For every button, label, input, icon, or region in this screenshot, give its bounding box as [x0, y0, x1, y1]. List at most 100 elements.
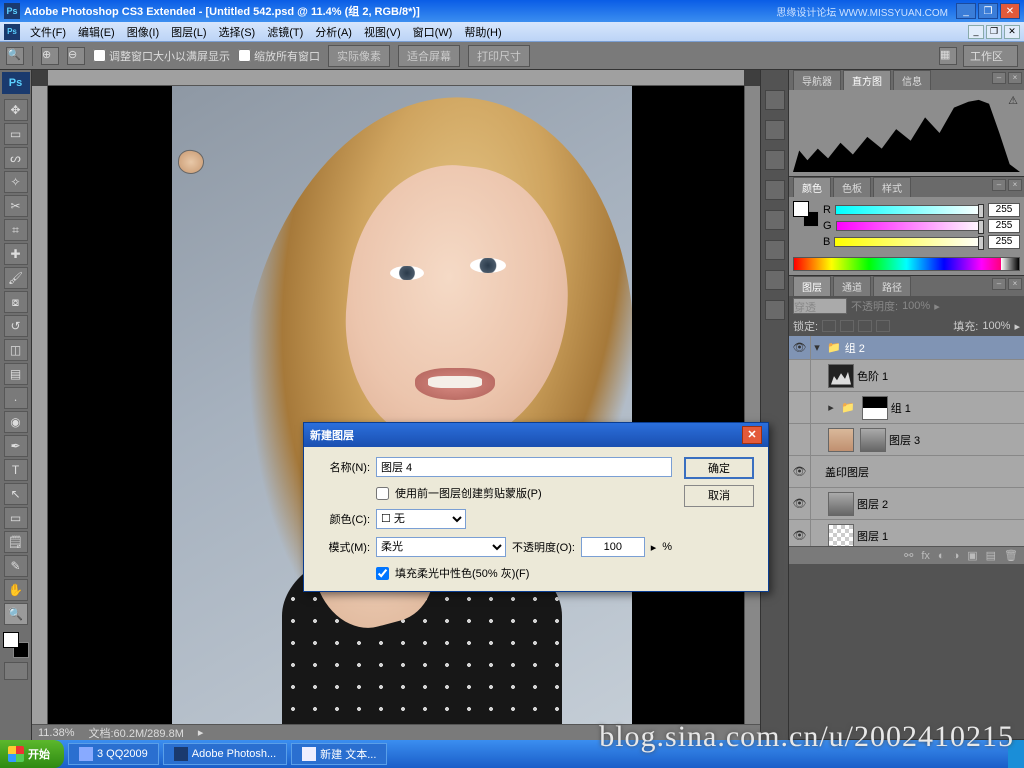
menu-view[interactable]: 视图(V) [358, 22, 407, 42]
scrollbar-vertical[interactable] [744, 86, 760, 724]
dock-icon-6[interactable] [765, 240, 785, 260]
canvas-area[interactable]: 11.38% 文档:60.2M/289.8M ▸ [32, 70, 760, 740]
trash-icon[interactable]: 🗑 [1004, 549, 1018, 562]
tab-navigator[interactable]: 导航器 [793, 70, 841, 90]
workspace-icon[interactable]: ▦ [939, 47, 957, 65]
document-image[interactable] [172, 86, 632, 724]
visibility-icon[interactable]: 👁 [789, 520, 811, 546]
menu-filter[interactable]: 滤镜(T) [261, 22, 309, 42]
minimize-button[interactable]: _ [956, 3, 976, 19]
dock-icon-4[interactable] [765, 180, 785, 200]
dock-icon-1[interactable] [765, 90, 785, 110]
menu-image[interactable]: 图像(I) [121, 22, 165, 42]
fx-icon[interactable]: fx [921, 550, 930, 562]
color-swatches[interactable] [3, 632, 29, 658]
tab-layers[interactable]: 图层 [793, 276, 831, 296]
shape-tool[interactable]: ▭ [4, 507, 28, 529]
color-swatch[interactable] [793, 201, 819, 227]
move-tool[interactable]: ✥ [4, 99, 28, 121]
wand-tool[interactable]: ✧ [4, 171, 28, 193]
visibility-icon[interactable]: 👁 [789, 488, 811, 519]
opacity-value[interactable]: 100% [902, 300, 930, 312]
panel-close-icon[interactable]: × [1008, 72, 1022, 84]
menu-help[interactable]: 帮助(H) [458, 22, 507, 42]
cancel-button[interactable]: 取消 [684, 485, 754, 507]
history-brush-tool[interactable]: ↺ [4, 315, 28, 337]
lock-all-icon[interactable] [876, 320, 890, 332]
mdi-minimize[interactable]: _ [968, 25, 984, 39]
actual-pixels-button[interactable]: 实际像素 [328, 45, 390, 67]
status-arrow-icon[interactable]: ▸ [198, 726, 204, 739]
dock-icon-8[interactable] [765, 300, 785, 320]
layer-stamp[interactable]: 👁 盖印图层 [789, 456, 1024, 488]
tab-histogram[interactable]: 直方图 [843, 70, 891, 90]
taskbar-qq[interactable]: 3 QQ2009 [68, 743, 159, 765]
fill-value[interactable]: 100% [982, 320, 1010, 332]
link-icon[interactable]: ⚯ [904, 549, 913, 562]
ok-button[interactable]: 确定 [684, 457, 754, 479]
layer-1[interactable]: 👁 图层 1 [789, 520, 1024, 546]
hand-tool[interactable]: ✋ [4, 579, 28, 601]
visibility-icon[interactable] [789, 424, 811, 455]
mask-icon[interactable]: ◐ [938, 550, 945, 562]
opacity-arrow-icon[interactable]: ▸ [651, 541, 657, 554]
new-layer-icon[interactable]: ▤ [986, 549, 996, 562]
folder-icon[interactable]: ▣ [967, 549, 977, 562]
g-value[interactable]: 255 [988, 219, 1020, 233]
eyedropper-tool[interactable]: ✎ [4, 555, 28, 577]
zoom-out-icon[interactable]: ⊖ [67, 47, 85, 65]
fit-screen-button[interactable]: 适合屏幕 [398, 45, 460, 67]
brush-tool[interactable]: 🖌 [4, 267, 28, 289]
visibility-icon[interactable] [789, 360, 811, 391]
panel-minimize-icon[interactable]: – [992, 278, 1006, 290]
panel-minimize-icon[interactable]: – [992, 72, 1006, 84]
mdi-close[interactable]: ✕ [1004, 25, 1020, 39]
gradient-tool[interactable]: ▤ [4, 363, 28, 385]
lock-position-icon[interactable] [858, 320, 872, 332]
panel-minimize-icon[interactable]: – [992, 179, 1006, 191]
clip-checkbox[interactable] [376, 487, 389, 500]
histogram-warning-icon[interactable]: ⚠ [1008, 94, 1018, 107]
eraser-tool[interactable]: ◫ [4, 339, 28, 361]
menu-window[interactable]: 窗口(W) [407, 22, 459, 42]
color-select[interactable]: ☐ 无 [376, 509, 466, 529]
visibility-icon[interactable] [789, 392, 811, 423]
tab-info[interactable]: 信息 [893, 70, 931, 90]
blur-tool[interactable]: ܁ [4, 387, 28, 409]
menu-analysis[interactable]: 分析(A) [309, 22, 358, 42]
mode-select[interactable]: 柔光 [376, 537, 506, 557]
marquee-tool[interactable]: ▭ [4, 123, 28, 145]
visibility-icon[interactable]: 👁 [789, 456, 811, 487]
dock-icon-5[interactable] [765, 210, 785, 230]
twirl-icon[interactable]: ▾ [811, 341, 823, 354]
menu-file[interactable]: 文件(F) [24, 22, 72, 42]
layer-group1[interactable]: ▸ 📁 组 1 [789, 392, 1024, 424]
dodge-tool[interactable]: ◉ [4, 411, 28, 433]
r-slider[interactable] [835, 205, 984, 215]
dialog-titlebar[interactable]: 新建图层 ✕ [304, 423, 768, 447]
dialog-close-button[interactable]: ✕ [742, 426, 762, 444]
resize-fill-checkbox[interactable]: 调整窗口大小以满屏显示 [93, 48, 230, 64]
spectrum-bar[interactable] [793, 257, 1020, 271]
tab-styles[interactable]: 样式 [873, 177, 911, 197]
stamp-tool[interactable]: ⧇ [4, 291, 28, 313]
menu-select[interactable]: 选择(S) [213, 22, 262, 42]
fill-neutral-checkbox[interactable] [376, 567, 389, 580]
panel-close-icon[interactable]: × [1008, 179, 1022, 191]
tab-color[interactable]: 颜色 [793, 177, 831, 197]
r-value[interactable]: 255 [988, 203, 1020, 217]
quickmask-toggle[interactable] [4, 662, 28, 680]
tab-channels[interactable]: 通道 [833, 276, 871, 296]
layer-levels1[interactable]: 色阶 1 [789, 360, 1024, 392]
maximize-button[interactable]: ❐ [978, 3, 998, 19]
start-button[interactable]: 开始 [0, 740, 64, 768]
healing-tool[interactable]: ✚ [4, 243, 28, 265]
notes-tool[interactable]: 🗒 [4, 531, 28, 553]
dock-icon-7[interactable] [765, 270, 785, 290]
b-slider[interactable] [834, 237, 984, 247]
pen-tool[interactable]: ✒ [4, 435, 28, 457]
type-tool[interactable]: T [4, 459, 28, 481]
zoom-tool-icon[interactable]: 🔍 [6, 47, 24, 65]
mdi-restore[interactable]: ❐ [986, 25, 1002, 39]
taskbar-photoshop[interactable]: Adobe Photosh... [163, 743, 287, 765]
